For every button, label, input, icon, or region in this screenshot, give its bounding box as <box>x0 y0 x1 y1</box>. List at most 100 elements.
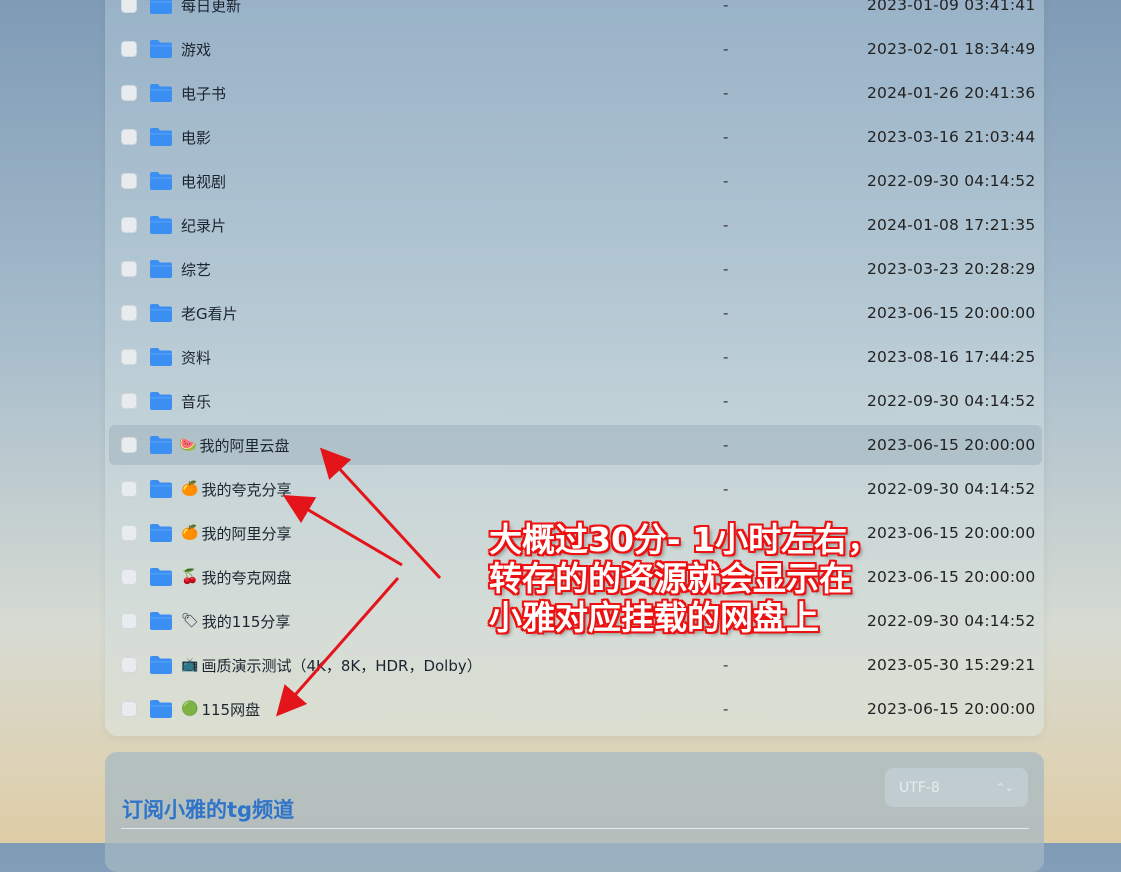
file-row[interactable]: 🟢 115网盘 - 2023-06-15 20:00:00 <box>105 689 1044 729</box>
row-checkbox[interactable] <box>121 569 137 585</box>
file-row[interactable]: 📺 画质演示测试（4K，8K，HDR，Dolby） - 2023-05-30 15:2… <box>105 645 1044 685</box>
file-size: - <box>723 128 729 146</box>
file-row[interactable]: 资料 - 2023-08-16 17:44:25 <box>105 337 1044 377</box>
emoji-icon: 📺 <box>181 657 199 673</box>
file-name[interactable]: 🟢 115网盘 <box>181 699 260 720</box>
row-checkbox[interactable] <box>121 349 137 365</box>
row-checkbox[interactable] <box>121 393 137 409</box>
file-size: - <box>723 656 729 674</box>
emoji-icon: 🍉 <box>179 437 197 453</box>
subscribe-title[interactable]: 订阅小雅的tg频道 <box>122 794 294 824</box>
row-checkbox[interactable] <box>121 305 137 321</box>
file-size: - <box>723 216 729 234</box>
folder-icon <box>149 699 173 719</box>
file-name[interactable]: 🏷 我的115分享 <box>181 611 290 632</box>
file-name[interactable]: 综艺 <box>181 259 211 280</box>
emoji-icon: 🍒 <box>181 569 199 585</box>
file-name-text: 每日更新 <box>181 0 242 15</box>
row-checkbox[interactable] <box>121 701 137 717</box>
row-checkbox[interactable] <box>121 613 137 629</box>
file-row[interactable]: 电子书 - 2024-01-26 20:41:36 <box>105 73 1044 113</box>
row-checkbox[interactable] <box>121 85 137 101</box>
row-checkbox[interactable] <box>121 129 137 145</box>
file-name[interactable]: 🍊 我的阿里分享 <box>181 523 291 544</box>
file-row[interactable]: 🍊 我的夸克分享 - 2022-09-30 04:14:52 <box>105 469 1044 509</box>
file-name[interactable]: 电子书 <box>181 83 226 104</box>
file-date: 2023-06-15 20:00:00 <box>867 700 1036 718</box>
file-name[interactable]: 电影 <box>181 127 211 148</box>
file-date: 2022-09-30 04:14:52 <box>867 172 1036 190</box>
file-name[interactable]: 🍉 我的阿里云盘 <box>179 435 289 456</box>
file-name[interactable]: 纪录片 <box>181 215 226 236</box>
chevron-updown-icon: ⌃⌄ <box>995 781 1014 794</box>
file-name[interactable]: 老G看片 <box>181 303 238 324</box>
folder-icon <box>149 303 173 323</box>
file-date: 2024-01-26 20:41:36 <box>867 84 1036 102</box>
file-date: 2023-08-16 17:44:25 <box>867 348 1036 366</box>
emoji-icon: 🍊 <box>181 481 199 497</box>
annotation-line-3: 小雅对应挂载的网盘上 <box>489 598 819 637</box>
file-date: 2023-01-09 03:41:41 <box>867 0 1036 14</box>
file-name[interactable]: 每日更新 <box>181 0 241 16</box>
file-date: 2023-05-30 15:29:21 <box>867 656 1036 674</box>
file-name-text: 综艺 <box>181 260 212 279</box>
file-name[interactable]: 游戏 <box>181 39 211 60</box>
encoding-value: UTF-8 <box>899 779 940 796</box>
folder-icon <box>149 347 173 367</box>
file-size: - <box>723 0 729 14</box>
file-row[interactable]: 每日更新 - 2023-01-09 03:41:41 <box>105 0 1044 25</box>
file-row[interactable]: 电视剧 - 2022-09-30 04:14:52 <box>105 161 1044 201</box>
folder-icon <box>149 127 173 147</box>
file-row[interactable]: 纪录片 - 2024-01-08 17:21:35 <box>105 205 1044 245</box>
file-row[interactable]: 🍉 我的阿里云盘 - 2023-06-15 20:00:00 <box>109 425 1042 465</box>
row-checkbox[interactable] <box>121 173 137 189</box>
row-checkbox[interactable] <box>121 657 137 673</box>
folder-icon <box>149 259 173 279</box>
row-checkbox[interactable] <box>121 437 137 453</box>
file-name-text: 电视剧 <box>181 172 227 191</box>
file-size: - <box>723 40 729 58</box>
file-date: 2023-02-01 18:34:49 <box>867 40 1036 58</box>
row-checkbox[interactable] <box>121 0 137 13</box>
folder-icon <box>149 83 173 103</box>
file-row[interactable]: 老G看片 - 2023-06-15 20:00:00 <box>105 293 1044 333</box>
annotation-line-2: 转存的的资源就会显示在 <box>489 559 852 598</box>
row-checkbox[interactable] <box>121 261 137 277</box>
folder-icon <box>149 435 173 455</box>
emoji-icon: 🏷 <box>181 613 199 629</box>
emoji-icon: 🟢 <box>181 701 199 717</box>
encoding-select[interactable]: UTF-8 ⌃⌄ <box>885 768 1028 807</box>
file-date: 2022-09-30 04:14:52 <box>867 480 1036 498</box>
file-date: 2023-03-23 20:28:29 <box>867 260 1036 278</box>
file-name-text: 我的阿里分享 <box>201 524 292 543</box>
file-name[interactable]: 电视剧 <box>181 171 226 192</box>
file-row[interactable]: 综艺 - 2023-03-23 20:28:29 <box>105 249 1044 289</box>
row-checkbox[interactable] <box>121 525 137 541</box>
file-name-text: 我的夸克网盘 <box>201 568 292 587</box>
folder-icon <box>149 171 173 191</box>
file-name[interactable]: 🍊 我的夸克分享 <box>181 479 291 500</box>
folder-icon <box>149 611 173 631</box>
file-size: - <box>723 260 729 278</box>
folder-icon <box>149 479 173 499</box>
file-row[interactable]: 音乐 - 2022-09-30 04:14:52 <box>105 381 1044 421</box>
file-name-text: 游戏 <box>181 40 212 59</box>
file-size: - <box>723 480 729 498</box>
file-name[interactable]: 📺 画质演示测试（4K，8K，HDR，Dolby） <box>181 655 482 676</box>
file-name[interactable]: 🍒 我的夸克网盘 <box>181 567 291 588</box>
row-checkbox[interactable] <box>121 41 137 57</box>
file-name-text: 画质演示测试（4K，8K，HDR，Dolby） <box>201 656 482 675</box>
folder-icon <box>149 39 173 59</box>
file-name[interactable]: 音乐 <box>181 391 211 412</box>
file-row[interactable]: 游戏 - 2023-02-01 18:34:49 <box>105 29 1044 69</box>
file-name[interactable]: 资料 <box>181 347 211 368</box>
file-date: 2023-06-15 20:00:00 <box>867 568 1036 586</box>
file-name-text: 电影 <box>181 128 212 147</box>
file-row[interactable]: 电影 - 2023-03-16 21:03:44 <box>105 117 1044 157</box>
file-size: - <box>723 700 729 718</box>
row-checkbox[interactable] <box>121 217 137 233</box>
row-checkbox[interactable] <box>121 481 137 497</box>
file-size: - <box>723 172 729 190</box>
emoji-icon: 🍊 <box>181 525 199 541</box>
file-name-text: 我的阿里云盘 <box>199 436 290 455</box>
